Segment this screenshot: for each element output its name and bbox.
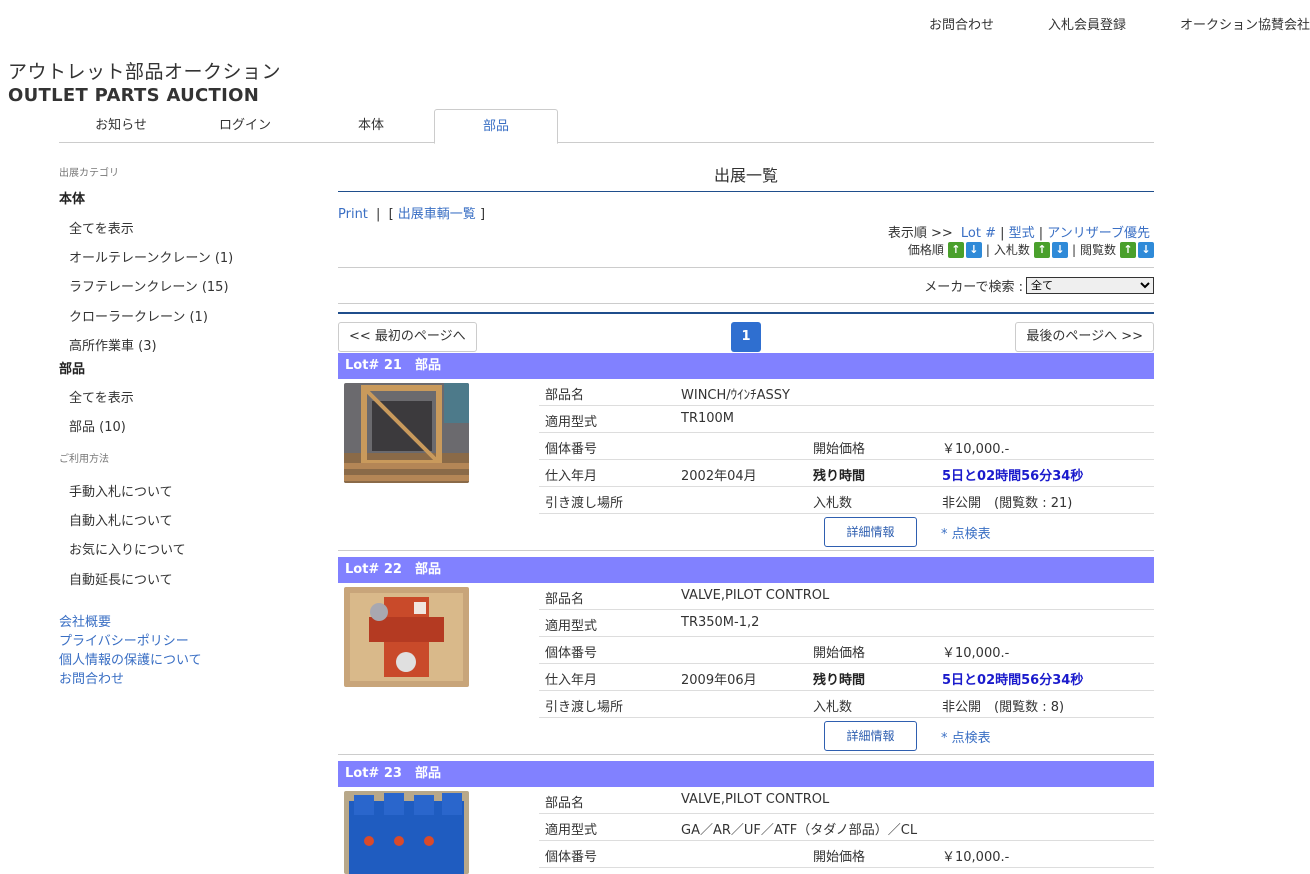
tab-login[interactable]: ログイン	[183, 109, 307, 143]
sidebar-item-parts-all[interactable]: 全てを表示	[69, 387, 134, 406]
sidebar-item-manual-bid[interactable]: 手動入札について	[69, 481, 173, 500]
sidebar-item-rough-terrain[interactable]: ラフテレーンクレーン (15)	[69, 276, 229, 295]
tab-vehicles[interactable]: 本体	[309, 109, 433, 143]
sidebar-item-crawler[interactable]: クローラークレーン (1)	[69, 306, 208, 325]
inspection-link[interactable]: * 点検表	[941, 727, 991, 746]
purchase-date-value: 2009年06月	[681, 673, 757, 688]
sidebar-item-vehicles-all[interactable]: 全てを表示	[69, 218, 134, 237]
part-name-value: VALVE,PILOT CONTROL	[681, 588, 830, 603]
part-name-value: VALVE,PILOT CONTROL	[681, 792, 830, 807]
footer-link-privacy[interactable]: プライバシーポリシー	[59, 630, 189, 649]
separator: |	[376, 207, 381, 222]
lot-card: Lot# 21 部品 部品名 WINCH/ｳｲﾝﾁASSY 適用型式 TR100M …	[338, 353, 1154, 551]
lot-card: Lot# 23 部品 部品名 VALVE,PILOT CONTROL 適用型式 GA…	[338, 761, 1154, 874]
inspection-link[interactable]: * 点検表	[941, 523, 991, 542]
print-link[interactable]: Print	[338, 207, 368, 222]
maker-filter: メーカーで検索 : 全て	[924, 276, 1154, 295]
lot-photo-valve-block[interactable]	[344, 791, 469, 874]
sidebar-item-aerial[interactable]: 高所作業車 (3)	[69, 335, 157, 354]
bids-value: 非公開 (閲覧数 : 21)	[942, 496, 1073, 511]
model-value: TR100M	[681, 411, 735, 426]
lot-details: 部品名 WINCH/ｳｲﾝﾁASSY 適用型式 TR100M 個体番号 開始価格 ￥10…	[539, 379, 1154, 514]
title-divider	[338, 191, 1154, 192]
maker-label: メーカーで検索 :	[924, 280, 1023, 295]
lot-header: Lot# 22 部品	[338, 557, 1154, 583]
sidebar-item-auto-extend[interactable]: 自動延長について	[69, 569, 173, 588]
lot-photo-winch[interactable]	[344, 383, 469, 483]
detail-button[interactable]: 詳細情報	[824, 721, 917, 751]
top-nav: お問合わせ 入札会員登録 オークション協賛会社	[875, 14, 1310, 33]
page-number-button[interactable]: 1	[731, 322, 761, 352]
start-price-value: ￥10,000.-	[942, 646, 1010, 661]
sort-lot-link[interactable]: Lot #	[961, 226, 996, 241]
price-down-arrow-icon[interactable]: ↓	[965, 241, 982, 258]
lot-header: Lot# 23 部品	[338, 761, 1154, 787]
divider	[338, 267, 1154, 268]
site-title-jp: アウトレット部品オークション	[8, 61, 282, 83]
bids-down-arrow-icon[interactable]: ↓	[1051, 241, 1068, 258]
sidebar-item-favorites[interactable]: お気に入りについて	[69, 539, 186, 558]
vehicle-list-link[interactable]: 出展車輌一覧	[398, 207, 476, 222]
sidebar-caption-category: 出展カテゴリ	[59, 168, 119, 179]
start-price-value: ￥10,000.-	[942, 850, 1010, 865]
lot-details: 部品名 VALVE,PILOT CONTROL 適用型式 GA／AR／UF／ATF（…	[539, 787, 1154, 868]
main-tabs: お知らせ ログイン 本体 部品	[59, 109, 1154, 144]
bids-value: 非公開 (閲覧数 : 8)	[942, 700, 1065, 715]
part-name-value: WINCH/ｳｲﾝﾁASSY	[681, 388, 790, 403]
lot-header: Lot# 21 部品	[338, 353, 1154, 379]
sponsor-link[interactable]: オークション協賛会社	[1180, 14, 1310, 33]
lot-card: Lot# 22 部品 部品名 VALVE,PILOT CONTROL 適用型式 TR…	[338, 557, 1154, 755]
bids-up-arrow-icon[interactable]: ↑	[1033, 241, 1050, 258]
sidebar-item-parts[interactable]: 部品 (10)	[69, 416, 126, 435]
remaining-time-value: 5日と02時間56分34秒	[942, 673, 1084, 688]
sort-unreserve-link[interactable]: アンリザーブ優先	[1047, 226, 1150, 241]
sidebar-item-auto-bid[interactable]: 自動入札について	[69, 510, 173, 529]
footer-link-contact[interactable]: お問合わせ	[59, 668, 124, 687]
price-order-label: 価格順	[907, 243, 944, 257]
lot-details: 部品名 VALVE,PILOT CONTROL 適用型式 TR350M-1,2 個体…	[539, 583, 1154, 718]
maker-select[interactable]: 全て	[1026, 277, 1154, 294]
sort-options: 表示順 >> Lot # | 型式 | アンリザーブ優先	[887, 226, 1150, 241]
price-up-arrow-icon[interactable]: ↑	[947, 241, 964, 258]
sidebar-caption-usage: ご利用方法	[59, 454, 109, 465]
start-price-value: ￥10,000.-	[942, 442, 1010, 457]
detail-button[interactable]: 詳細情報	[824, 517, 917, 547]
remaining-time-value: 5日と02時間56分34秒	[942, 469, 1084, 484]
order-controls: 価格順 ↑ ↓ | 入札数 ↑ ↓ | 閲覧数 ↑ ↓	[908, 241, 1154, 258]
footer-link-company[interactable]: 会社概要	[59, 611, 111, 630]
divider	[338, 303, 1154, 304]
model-value: TR350M-1,2	[681, 615, 760, 630]
views-up-arrow-icon[interactable]: ↑	[1120, 241, 1136, 258]
purchase-date-value: 2002年04月	[681, 469, 757, 484]
site-title-en: OUTLET PARTS AUCTION	[8, 85, 260, 106]
footer-link-personal-info[interactable]: 個人情報の保護について	[59, 649, 202, 668]
tab-parts[interactable]: 部品	[434, 109, 558, 144]
register-link[interactable]: 入札会員登録	[1048, 14, 1126, 33]
sidebar-item-all-terrain[interactable]: オールテレーンクレーン (1)	[69, 247, 233, 266]
divider	[338, 550, 1154, 551]
view-count-label: 閲覧数	[1079, 243, 1116, 257]
sort-label: 表示順 >>	[887, 226, 953, 241]
divider	[338, 754, 1154, 755]
print-line: Print | [ 出展車輌一覧 ]	[338, 207, 486, 222]
views-down-arrow-icon[interactable]: ↓	[1138, 241, 1154, 258]
first-page-button[interactable]: << 最初のページへ	[338, 322, 477, 352]
last-page-button[interactable]: 最後のページへ >>	[1015, 322, 1154, 352]
sidebar-group-parts: 部品	[59, 362, 86, 377]
tab-news[interactable]: お知らせ	[59, 109, 183, 143]
contact-link[interactable]: お問合わせ	[929, 14, 994, 33]
list-divider	[338, 312, 1154, 314]
lot-photo-valve[interactable]	[344, 587, 469, 687]
model-value: GA／AR／UF／ATF（タダノ部品）／CL	[681, 823, 918, 838]
sidebar-group-vehicles: 本体	[59, 192, 86, 207]
sort-model-link[interactable]: 型式	[1009, 226, 1035, 241]
page-title: 出展一覧	[713, 166, 778, 185]
bid-count-label: 入札数	[993, 243, 1030, 257]
